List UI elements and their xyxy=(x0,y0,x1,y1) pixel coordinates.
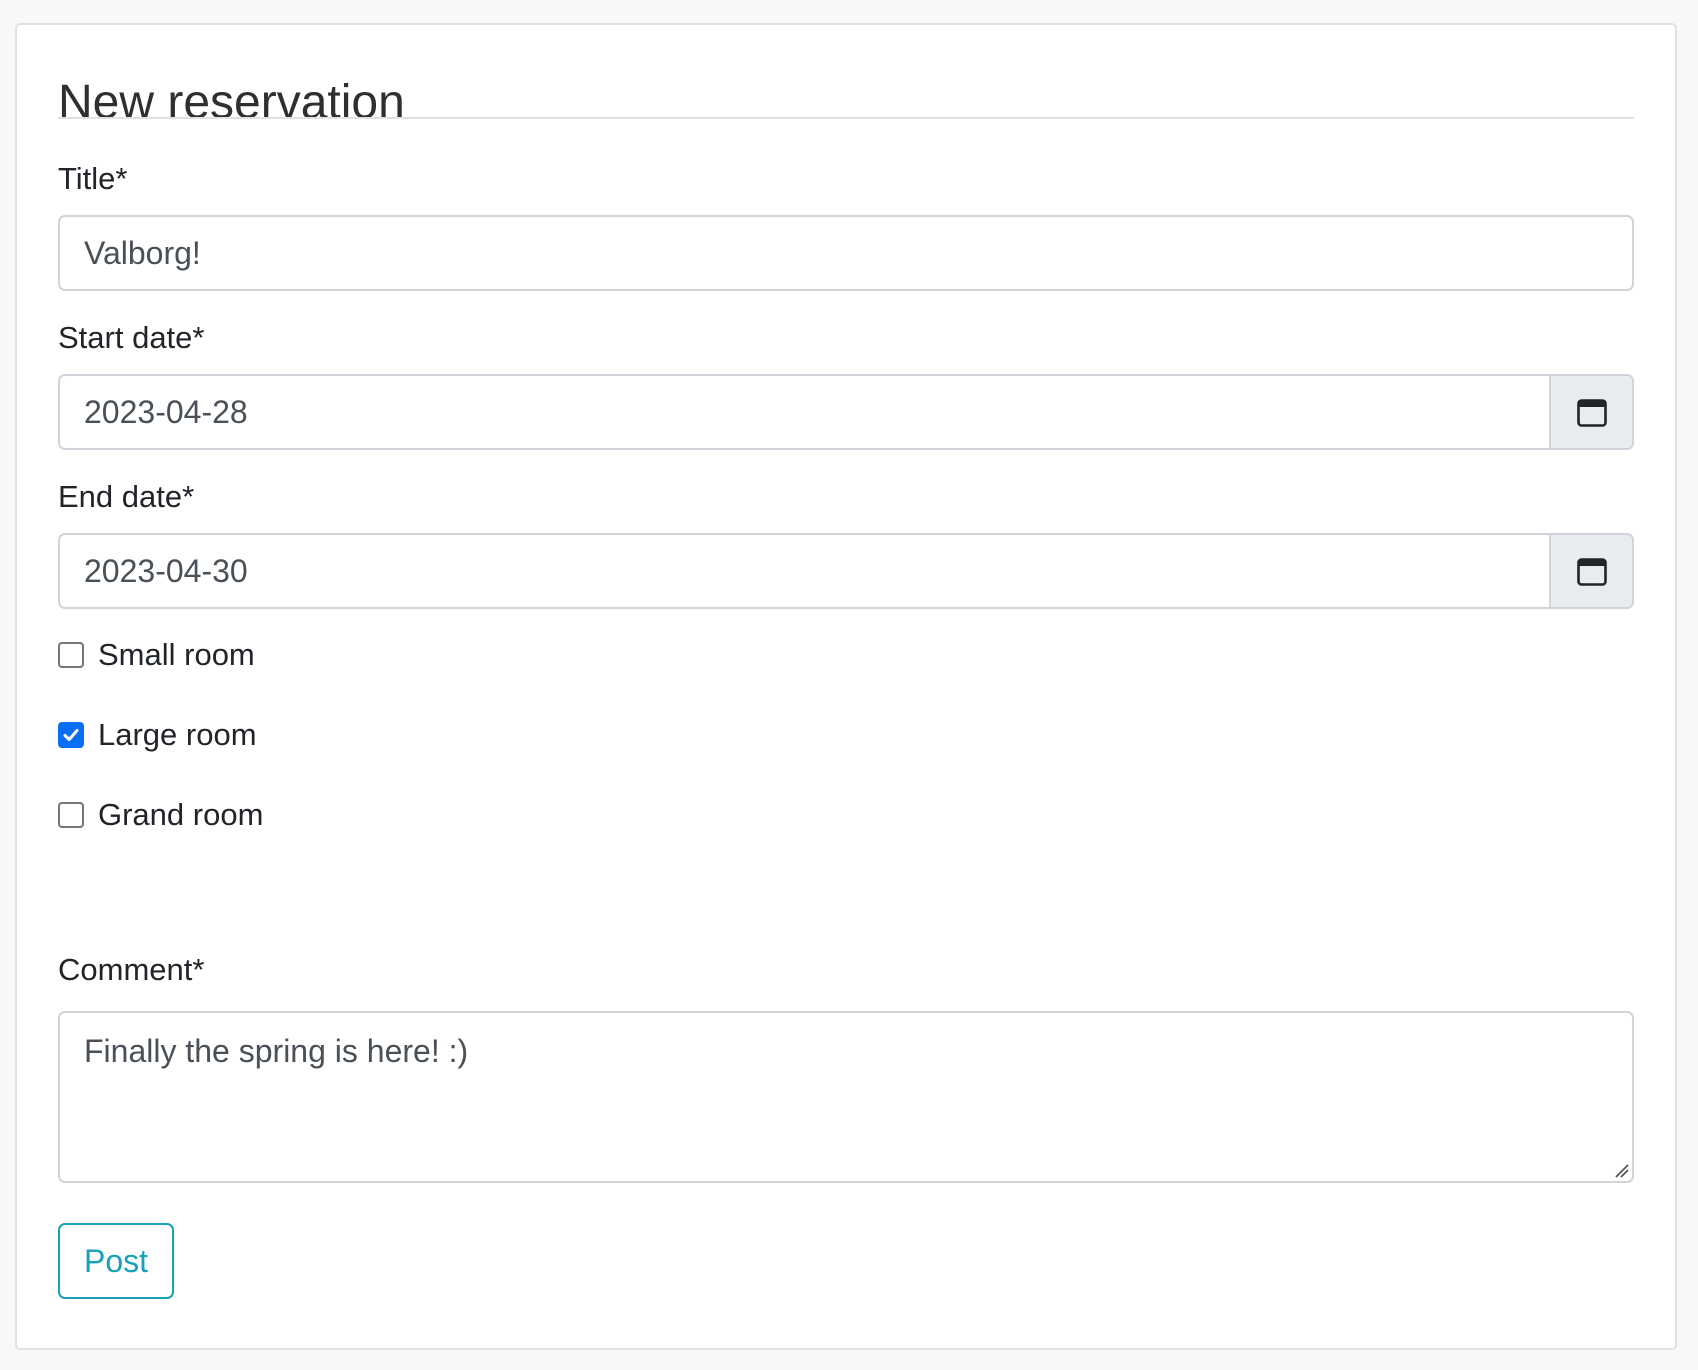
comment-label: Comment* xyxy=(58,952,205,987)
title-input-value: Valborg! xyxy=(84,234,201,271)
post-button[interactable]: Post xyxy=(58,1223,174,1299)
start-date-label: Start date* xyxy=(58,320,205,355)
end-date-picker-button[interactable] xyxy=(1549,535,1632,607)
resize-handle-icon[interactable] xyxy=(1613,1162,1629,1178)
grand-room-checkbox[interactable] xyxy=(58,802,84,828)
start-date-picker-button[interactable] xyxy=(1549,376,1632,448)
comment-textarea[interactable]: Finally the spring is here! :) xyxy=(58,1011,1634,1183)
room-option-grand[interactable]: Grand room xyxy=(58,795,263,835)
checkmark-icon xyxy=(63,729,79,741)
large-room-checkbox[interactable] xyxy=(58,722,84,748)
comment-textarea-value: Finally the spring is here! :) xyxy=(84,1033,469,1069)
room-option-small[interactable]: Small room xyxy=(58,635,255,675)
end-date-field: 2023-04-30 xyxy=(58,533,1634,609)
reservation-form-card: New reservation Title* Valborg! Start da… xyxy=(15,23,1677,1350)
large-room-label[interactable]: Large room xyxy=(98,717,257,753)
calendar-icon xyxy=(1576,558,1607,586)
title-label: Title* xyxy=(58,161,128,196)
end-date-label: End date* xyxy=(58,479,195,514)
page-title: New reservation xyxy=(58,76,405,129)
heading-divider xyxy=(58,117,1634,119)
start-date-input[interactable]: 2023-04-28 xyxy=(84,376,248,448)
end-date-input[interactable]: 2023-04-30 xyxy=(84,535,248,607)
start-date-field: 2023-04-28 xyxy=(58,374,1634,450)
small-room-label[interactable]: Small room xyxy=(98,637,255,673)
small-room-checkbox[interactable] xyxy=(58,642,84,668)
grand-room-label[interactable]: Grand room xyxy=(98,797,263,833)
title-input[interactable]: Valborg! xyxy=(58,215,1634,291)
room-option-large[interactable]: Large room xyxy=(58,715,257,755)
form-body: New reservation Title* Valborg! Start da… xyxy=(58,25,1634,1348)
calendar-icon xyxy=(1576,399,1607,427)
